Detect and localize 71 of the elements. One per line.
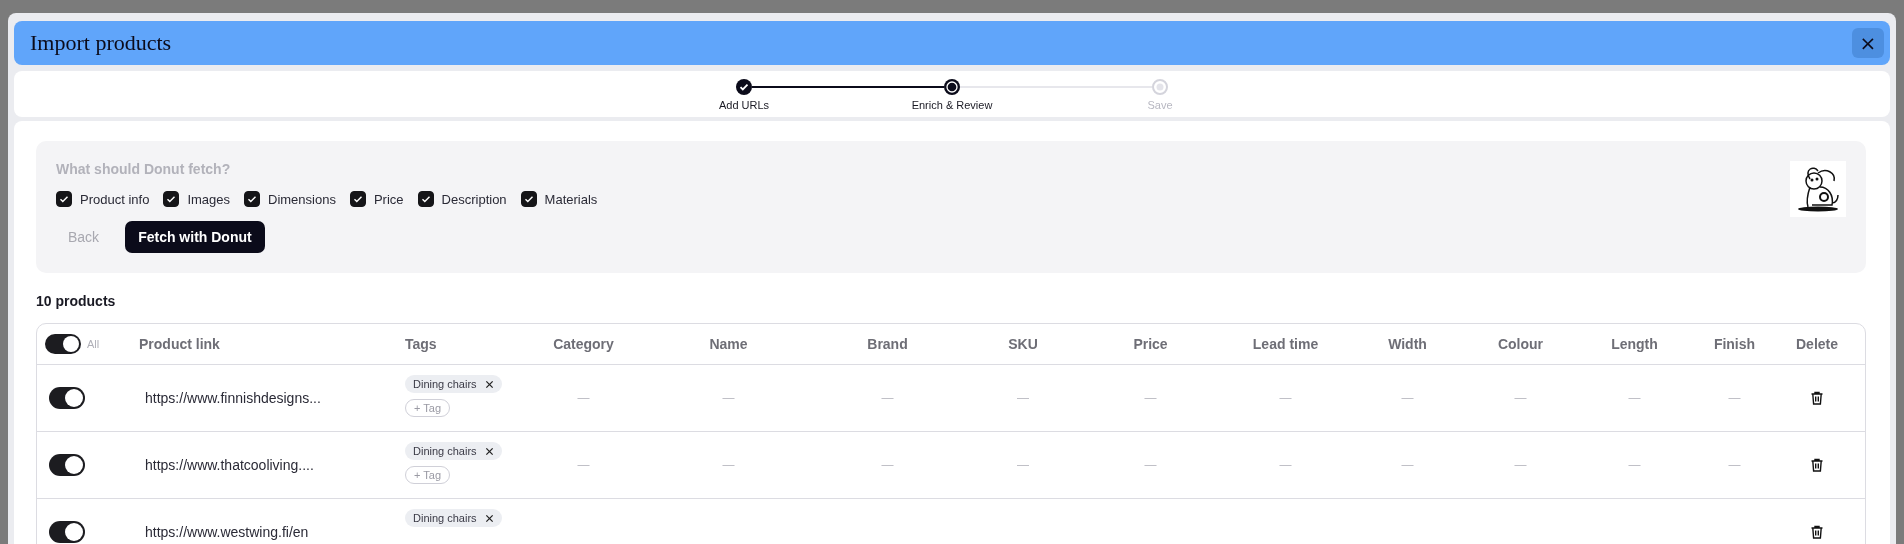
row-toggle[interactable] — [49, 521, 85, 543]
table-cell: — — [722, 391, 735, 405]
product-count: 10 products — [36, 293, 117, 309]
column-header: Delete — [1796, 336, 1838, 352]
checkbox-label: Description — [441, 191, 507, 207]
tag-chip: Dining chairs — [405, 442, 502, 460]
checkbox[interactable] — [163, 191, 180, 207]
column-header: Lead time — [1252, 336, 1319, 352]
table-cell: — — [1144, 391, 1157, 405]
checkbox[interactable] — [349, 191, 366, 207]
trash-icon[interactable] — [1809, 390, 1825, 406]
column-header: SKU — [1008, 336, 1038, 352]
remove-tag-icon[interactable] — [484, 513, 494, 523]
tag-chip: Dining chairs — [405, 375, 502, 393]
trash-icon[interactable] — [1809, 524, 1825, 540]
table-cell: — — [1401, 458, 1414, 472]
table-cell: — — [1728, 391, 1741, 405]
select-all-label: All — [87, 338, 100, 350]
table-cell: — — [1401, 391, 1414, 405]
step-label: Add URLs — [718, 99, 770, 111]
checkbox[interactable] — [56, 191, 72, 207]
column-header: Price — [1133, 336, 1168, 352]
table-cell: — — [1017, 458, 1029, 472]
checkbox-label: Price — [373, 191, 404, 207]
fetch-button[interactable]: Fetch with Donut — [125, 221, 265, 253]
column-header: Brand — [867, 336, 908, 352]
dialog-title: Import products — [30, 30, 172, 56]
checkbox-label: Materials — [544, 191, 598, 207]
column-header: Product link — [139, 336, 220, 352]
dog-drawing — [1790, 161, 1846, 217]
remove-tag-icon[interactable] — [484, 446, 494, 456]
checkbox-label: Product info — [80, 191, 150, 207]
table-cell: — — [1628, 458, 1641, 472]
checkbox[interactable] — [244, 191, 260, 207]
product-link[interactable]: https://www.westwing.fi/en — [145, 524, 309, 540]
trash-icon[interactable] — [1809, 457, 1825, 473]
tag-chip: Dining chairs — [405, 509, 502, 527]
table-cell: — — [1628, 391, 1641, 405]
table-cell: — — [577, 458, 590, 472]
close-button[interactable]: × — [1852, 28, 1884, 58]
table-cell: — — [1279, 458, 1292, 472]
step-label: Save — [1147, 99, 1173, 111]
column-header: Name — [709, 336, 748, 352]
column-header: Category — [553, 336, 614, 352]
column-header: Width — [1388, 336, 1427, 352]
table-cell: — — [1514, 458, 1527, 472]
product-link[interactable]: https://www.thatcooliving.... — [145, 457, 314, 473]
table-cell: — — [881, 458, 894, 472]
column-header: Length — [1611, 336, 1658, 352]
checkbox[interactable] — [520, 191, 537, 207]
column-header: Finish — [1713, 336, 1756, 352]
checkbox[interactable] — [417, 191, 434, 207]
product-link[interactable]: https://www.finnishdesigns... — [145, 390, 321, 406]
table-cell: — — [722, 458, 735, 472]
select-all-toggle[interactable] — [45, 334, 81, 354]
step-label: Enrich & Review — [911, 99, 993, 111]
table-cell: — — [1017, 391, 1029, 405]
column-header: Colour — [1497, 336, 1544, 352]
table-cell: — — [881, 391, 894, 405]
table-cell: — — [577, 391, 590, 405]
checkbox-label: Dimensions — [268, 191, 336, 207]
table-cell: — — [1514, 391, 1527, 405]
table-cell: — — [1728, 458, 1741, 472]
column-header: Tags — [405, 336, 437, 352]
table-cell: — — [1144, 458, 1157, 472]
table-cell: — — [1279, 391, 1292, 405]
fetch-question: What should Donut fetch? — [56, 161, 232, 177]
row-toggle[interactable] — [49, 387, 85, 409]
checkbox-label: Images — [187, 191, 230, 207]
row-toggle[interactable] — [49, 454, 85, 476]
remove-tag-icon[interactable] — [484, 379, 494, 389]
